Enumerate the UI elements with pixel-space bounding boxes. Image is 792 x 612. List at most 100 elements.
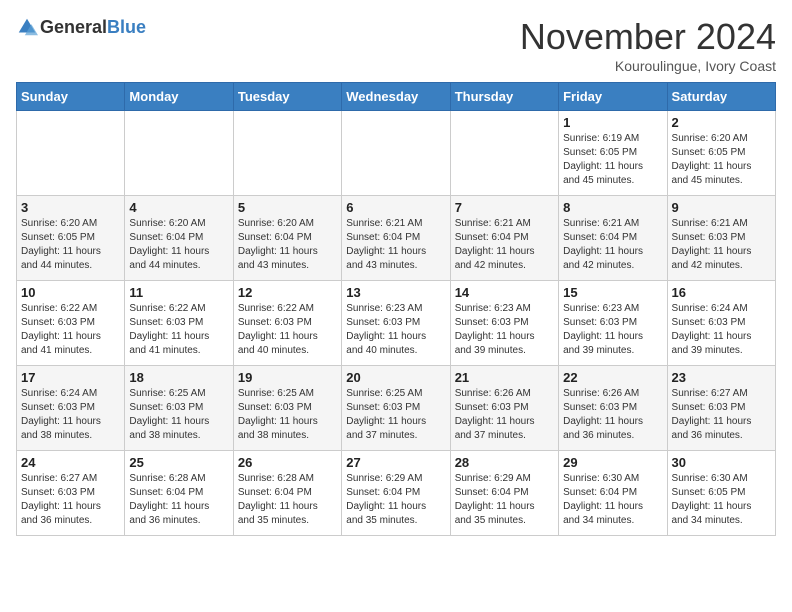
day-number: 22 xyxy=(563,370,662,385)
logo: GeneralBlue xyxy=(16,16,146,38)
calendar-cell: 21 Sunrise: 6:26 AM Sunset: 6:03 PM Dayli… xyxy=(450,366,558,451)
calendar-table: SundayMondayTuesdayWednesdayThursdayFrid… xyxy=(16,82,776,536)
day-number: 18 xyxy=(129,370,228,385)
day-number: 1 xyxy=(563,115,662,130)
calendar-cell xyxy=(342,111,450,196)
day-number: 21 xyxy=(455,370,554,385)
day-number: 25 xyxy=(129,455,228,470)
calendar-cell: 17 Sunrise: 6:24 AM Sunset: 6:03 PM Dayli… xyxy=(17,366,125,451)
day-info: Sunrise: 6:24 AM Sunset: 6:03 PM Dayligh… xyxy=(21,387,120,443)
calendar-cell: 20Sunrise: 6:25 AM Sunset: 6:03 PM Dayli… xyxy=(342,366,450,451)
day-number: 15 xyxy=(563,285,662,300)
calendar-cell: 29Sunrise: 6:30 AM Sunset: 6:04 PM Dayli… xyxy=(559,451,667,536)
day-info: Sunrise: 6:25 AM Sunset: 6:03 PM Dayligh… xyxy=(346,387,445,443)
day-info: Sunrise: 6:26 AM Sunset: 6:03 PM Dayligh… xyxy=(563,387,662,443)
day-info: Sunrise: 6:24 AM Sunset: 6:03 PM Dayligh… xyxy=(672,302,771,358)
day-info: Sunrise: 6:22 AM Sunset: 6:03 PM Dayligh… xyxy=(238,302,337,358)
calendar-cell: 22 Sunrise: 6:26 AM Sunset: 6:03 PM Dayli… xyxy=(559,366,667,451)
calendar-cell: 11 Sunrise: 6:22 AM Sunset: 6:03 PM Dayli… xyxy=(125,281,233,366)
calendar-cell: 2 Sunrise: 6:20 AM Sunset: 6:05 PM Daylig… xyxy=(667,111,775,196)
calendar-cell: 9 Sunrise: 6:21 AM Sunset: 6:03 PM Daylig… xyxy=(667,196,775,281)
calendar-cell: 3 Sunrise: 6:20 AM Sunset: 6:05 PM Daylig… xyxy=(17,196,125,281)
day-number: 10 xyxy=(21,285,120,300)
day-info: Sunrise: 6:19 AM Sunset: 6:05 PM Dayligh… xyxy=(563,132,662,188)
day-info: Sunrise: 6:30 AM Sunset: 6:04 PM Dayligh… xyxy=(563,472,662,528)
day-info: Sunrise: 6:30 AM Sunset: 6:05 PM Dayligh… xyxy=(672,472,771,528)
calendar-cell: 24 Sunrise: 6:27 AM Sunset: 6:03 PM Dayli… xyxy=(17,451,125,536)
day-number: 12 xyxy=(238,285,337,300)
day-info: Sunrise: 6:21 AM Sunset: 6:04 PM Dayligh… xyxy=(346,217,445,273)
calendar-cell xyxy=(450,111,558,196)
day-number: 7 xyxy=(455,200,554,215)
day-info: Sunrise: 6:23 AM Sunset: 6:03 PM Dayligh… xyxy=(346,302,445,358)
day-number: 6 xyxy=(346,200,445,215)
day-info: Sunrise: 6:25 AM Sunset: 6:03 PM Dayligh… xyxy=(238,387,337,443)
logo-icon xyxy=(16,16,38,38)
calendar-cell: 26 Sunrise: 6:28 AM Sunset: 6:04 PM Dayli… xyxy=(233,451,341,536)
calendar-week-2: 3 Sunrise: 6:20 AM Sunset: 6:05 PM Daylig… xyxy=(17,196,776,281)
calendar-header-row: SundayMondayTuesdayWednesdayThursdayFrid… xyxy=(17,83,776,111)
calendar-cell: 16 Sunrise: 6:24 AM Sunset: 6:03 PM Dayli… xyxy=(667,281,775,366)
day-number: 8 xyxy=(563,200,662,215)
day-header-saturday: Saturday xyxy=(667,83,775,111)
day-number: 17 xyxy=(21,370,120,385)
day-number: 24 xyxy=(21,455,120,470)
day-number: 28 xyxy=(455,455,554,470)
page-header: GeneralBlue November 2024 Kouroulingue, … xyxy=(16,16,776,74)
day-number: 19 xyxy=(238,370,337,385)
day-header-friday: Friday xyxy=(559,83,667,111)
calendar-week-1: 1 Sunrise: 6:19 AM Sunset: 6:05 PM Daylig… xyxy=(17,111,776,196)
day-header-tuesday: Tuesday xyxy=(233,83,341,111)
day-info: Sunrise: 6:20 AM Sunset: 6:05 PM Dayligh… xyxy=(672,132,771,188)
calendar-cell: 10 Sunrise: 6:22 AM Sunset: 6:03 PM Dayli… xyxy=(17,281,125,366)
logo-general-text: General xyxy=(40,17,107,38)
day-info: Sunrise: 6:21 AM Sunset: 6:04 PM Dayligh… xyxy=(563,217,662,273)
calendar-cell: 14 Sunrise: 6:23 AM Sunset: 6:03 PM Dayli… xyxy=(450,281,558,366)
calendar-week-3: 10 Sunrise: 6:22 AM Sunset: 6:03 PM Dayli… xyxy=(17,281,776,366)
day-number: 4 xyxy=(129,200,228,215)
day-info: Sunrise: 6:20 AM Sunset: 6:05 PM Dayligh… xyxy=(21,217,120,273)
calendar-cell: 30Sunrise: 6:30 AM Sunset: 6:05 PM Dayli… xyxy=(667,451,775,536)
day-number: 27 xyxy=(346,455,445,470)
day-number: 16 xyxy=(672,285,771,300)
calendar-cell: 1 Sunrise: 6:19 AM Sunset: 6:05 PM Daylig… xyxy=(559,111,667,196)
calendar-cell: 25Sunrise: 6:28 AM Sunset: 6:04 PM Dayli… xyxy=(125,451,233,536)
day-info: Sunrise: 6:20 AM Sunset: 6:04 PM Dayligh… xyxy=(129,217,228,273)
day-number: 2 xyxy=(672,115,771,130)
day-info: Sunrise: 6:23 AM Sunset: 6:03 PM Dayligh… xyxy=(563,302,662,358)
day-info: Sunrise: 6:22 AM Sunset: 6:03 PM Dayligh… xyxy=(21,302,120,358)
day-number: 23 xyxy=(672,370,771,385)
calendar-week-4: 17 Sunrise: 6:24 AM Sunset: 6:03 PM Dayli… xyxy=(17,366,776,451)
calendar-cell: 4 Sunrise: 6:20 AM Sunset: 6:04 PM Daylig… xyxy=(125,196,233,281)
day-info: Sunrise: 6:29 AM Sunset: 6:04 PM Dayligh… xyxy=(455,472,554,528)
logo-blue-text: Blue xyxy=(107,17,146,38)
day-info: Sunrise: 6:25 AM Sunset: 6:03 PM Dayligh… xyxy=(129,387,228,443)
day-number: 9 xyxy=(672,200,771,215)
day-number: 14 xyxy=(455,285,554,300)
title-section: November 2024 Kouroulingue, Ivory Coast xyxy=(520,16,776,74)
calendar-cell: 6 Sunrise: 6:21 AM Sunset: 6:04 PM Daylig… xyxy=(342,196,450,281)
calendar-cell xyxy=(125,111,233,196)
calendar-cell: 15 Sunrise: 6:23 AM Sunset: 6:03 PM Dayli… xyxy=(559,281,667,366)
day-info: Sunrise: 6:27 AM Sunset: 6:03 PM Dayligh… xyxy=(21,472,120,528)
day-number: 3 xyxy=(21,200,120,215)
day-info: Sunrise: 6:23 AM Sunset: 6:03 PM Dayligh… xyxy=(455,302,554,358)
calendar-cell: 13Sunrise: 6:23 AM Sunset: 6:03 PM Dayli… xyxy=(342,281,450,366)
day-info: Sunrise: 6:26 AM Sunset: 6:03 PM Dayligh… xyxy=(455,387,554,443)
day-info: Sunrise: 6:28 AM Sunset: 6:04 PM Dayligh… xyxy=(238,472,337,528)
day-info: Sunrise: 6:21 AM Sunset: 6:04 PM Dayligh… xyxy=(455,217,554,273)
day-info: Sunrise: 6:21 AM Sunset: 6:03 PM Dayligh… xyxy=(672,217,771,273)
calendar-week-5: 24 Sunrise: 6:27 AM Sunset: 6:03 PM Dayli… xyxy=(17,451,776,536)
calendar-cell: 23 Sunrise: 6:27 AM Sunset: 6:03 PM Dayli… xyxy=(667,366,775,451)
day-info: Sunrise: 6:29 AM Sunset: 6:04 PM Dayligh… xyxy=(346,472,445,528)
day-number: 5 xyxy=(238,200,337,215)
day-number: 11 xyxy=(129,285,228,300)
day-info: Sunrise: 6:27 AM Sunset: 6:03 PM Dayligh… xyxy=(672,387,771,443)
day-info: Sunrise: 6:22 AM Sunset: 6:03 PM Dayligh… xyxy=(129,302,228,358)
day-header-thursday: Thursday xyxy=(450,83,558,111)
calendar-cell xyxy=(233,111,341,196)
calendar-cell xyxy=(17,111,125,196)
calendar-cell: 7 Sunrise: 6:21 AM Sunset: 6:04 PM Daylig… xyxy=(450,196,558,281)
day-header-wednesday: Wednesday xyxy=(342,83,450,111)
day-number: 26 xyxy=(238,455,337,470)
